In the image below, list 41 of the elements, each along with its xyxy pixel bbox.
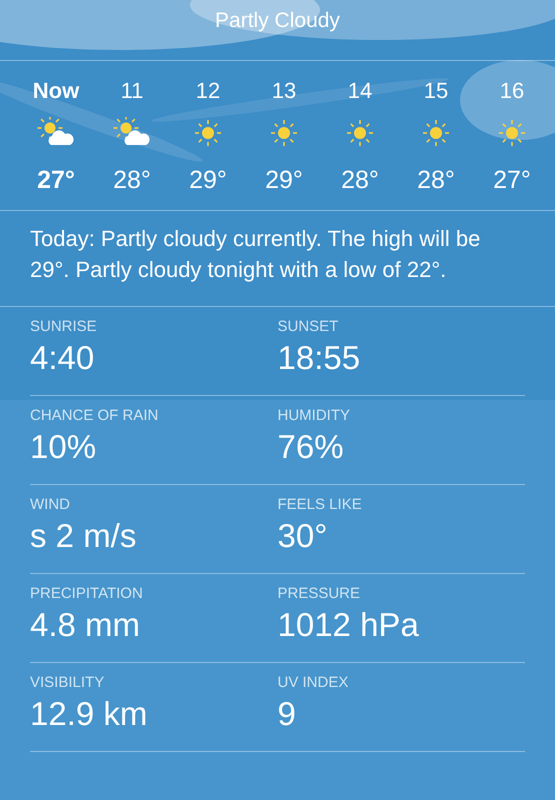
detail-label: VISIBILITY xyxy=(30,673,106,693)
hour-temperature: 27° xyxy=(37,165,75,196)
detail-label: PRESSURE xyxy=(278,584,362,604)
sun-icon xyxy=(496,117,528,149)
detail-label: SUNSET xyxy=(278,317,340,337)
detail-label: WIND xyxy=(30,495,71,515)
hour-temperature: 28° xyxy=(341,165,379,196)
hour-label: 13 xyxy=(272,77,296,104)
detail-value: 9 xyxy=(278,694,297,734)
detail-label: HUMIDITY xyxy=(278,406,351,426)
sun-icon xyxy=(344,117,376,149)
hour-temperature: 28° xyxy=(417,165,455,196)
detail-value: 18:55 xyxy=(278,338,362,378)
forecast-summary: Today: Partly cloudy currently. The high will be 29°. Partly cloudy tonight with a low of 22°. xyxy=(30,225,482,284)
detail-label: SUNRISE xyxy=(30,317,98,337)
detail-label: CHANCE OF RAIN xyxy=(30,406,160,426)
hour-temperature: 28° xyxy=(113,165,151,196)
sun-icon xyxy=(268,117,300,149)
detail-value: 30° xyxy=(278,516,328,556)
hour-label: 16 xyxy=(500,77,524,104)
detail-value: 1012 hPa xyxy=(278,605,420,645)
detail-value: 4.8 mm xyxy=(30,605,142,645)
detail-value: 4:40 xyxy=(30,338,96,378)
hour-label: Now xyxy=(32,77,80,104)
detail-value: 76% xyxy=(278,427,345,467)
hour-label: 12 xyxy=(196,77,220,104)
hour-temperature: 27° xyxy=(493,165,531,196)
sun-icon xyxy=(420,117,452,149)
detail-label: UV INDEX xyxy=(278,673,350,693)
hour-label: 11 xyxy=(120,77,144,104)
sun-icon xyxy=(192,117,224,149)
detail-value: 12.9 km xyxy=(30,694,148,734)
detail-label: PRECIPITATION xyxy=(30,584,144,604)
detail-value: s 2 m/s xyxy=(30,516,138,556)
detail-label: FEELS LIKE xyxy=(278,495,363,515)
hour-label: 14 xyxy=(348,77,372,104)
hour-temperature: 29° xyxy=(189,165,227,196)
hour-temperature: 29° xyxy=(265,165,303,196)
location-condition: Partly Cloudy xyxy=(215,8,340,34)
hour-label: 15 xyxy=(424,77,448,104)
detail-value: 10% xyxy=(30,427,98,467)
